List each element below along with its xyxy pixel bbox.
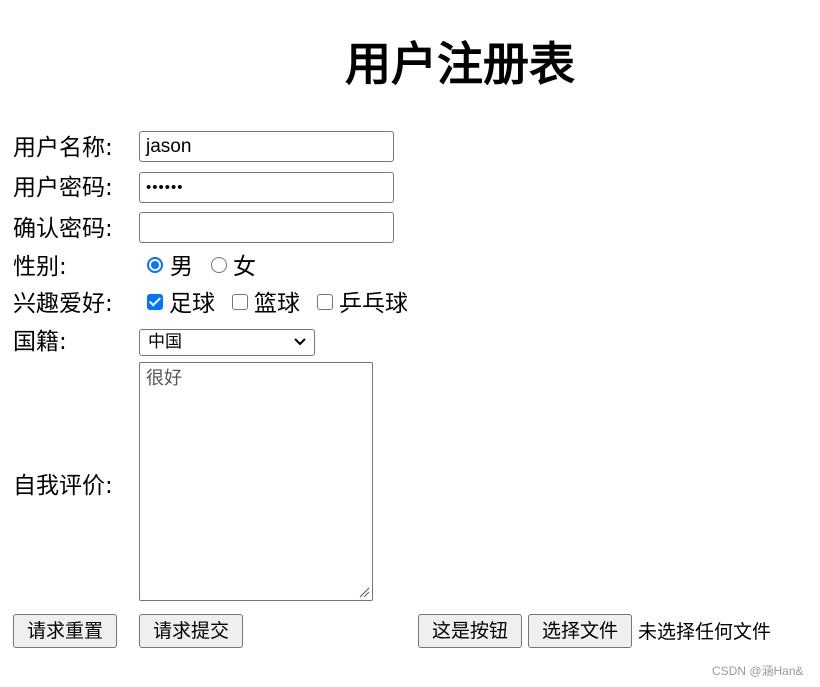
hobby-pingpong-label: 乒乓球	[339, 291, 408, 317]
submit-button[interactable]: 请求提交	[139, 614, 243, 648]
gender-male-label: 男	[170, 254, 193, 280]
plain-button[interactable]: 这是按钮	[418, 614, 522, 648]
resize-grip-icon[interactable]	[358, 586, 370, 598]
username-input[interactable]: jason	[139, 131, 394, 162]
nationality-select[interactable]: 中国	[139, 329, 315, 356]
chevron-down-icon	[294, 338, 306, 346]
gender-male-radio[interactable]	[147, 257, 163, 273]
watermark: CSDN @涵Han&	[712, 664, 804, 678]
hobby-football-checkbox[interactable]	[147, 294, 163, 310]
gender-female-radio[interactable]	[211, 257, 227, 273]
confirm-password-input[interactable]	[139, 212, 394, 243]
file-status-text: 未选择任何文件	[638, 621, 772, 643]
self-evaluation-label: 自我评价:	[13, 473, 113, 499]
nationality-label: 国籍:	[13, 329, 67, 355]
page-title: 用户注册表	[345, 37, 575, 91]
self-evaluation-textarea[interactable]: 很好	[139, 362, 373, 601]
username-label: 用户名称:	[13, 135, 113, 161]
nationality-selected-value: 中国	[148, 332, 182, 352]
hobby-basketball-label: 篮球	[254, 291, 300, 317]
hobby-pingpong-checkbox[interactable]	[317, 294, 333, 310]
self-evaluation-placeholder: 很好	[146, 368, 182, 389]
gender-label: 性别:	[13, 254, 67, 280]
reset-button[interactable]: 请求重置	[13, 614, 117, 648]
password-label: 用户密码:	[13, 175, 113, 201]
choose-file-button[interactable]: 选择文件	[528, 614, 632, 648]
password-input[interactable]: ••••••	[139, 172, 394, 203]
hobbies-label: 兴趣爱好:	[13, 291, 113, 317]
hobby-football-label: 足球	[169, 291, 215, 317]
hobby-basketball-checkbox[interactable]	[232, 294, 248, 310]
gender-female-label: 女	[233, 254, 256, 280]
confirm-password-label: 确认密码:	[13, 216, 113, 242]
